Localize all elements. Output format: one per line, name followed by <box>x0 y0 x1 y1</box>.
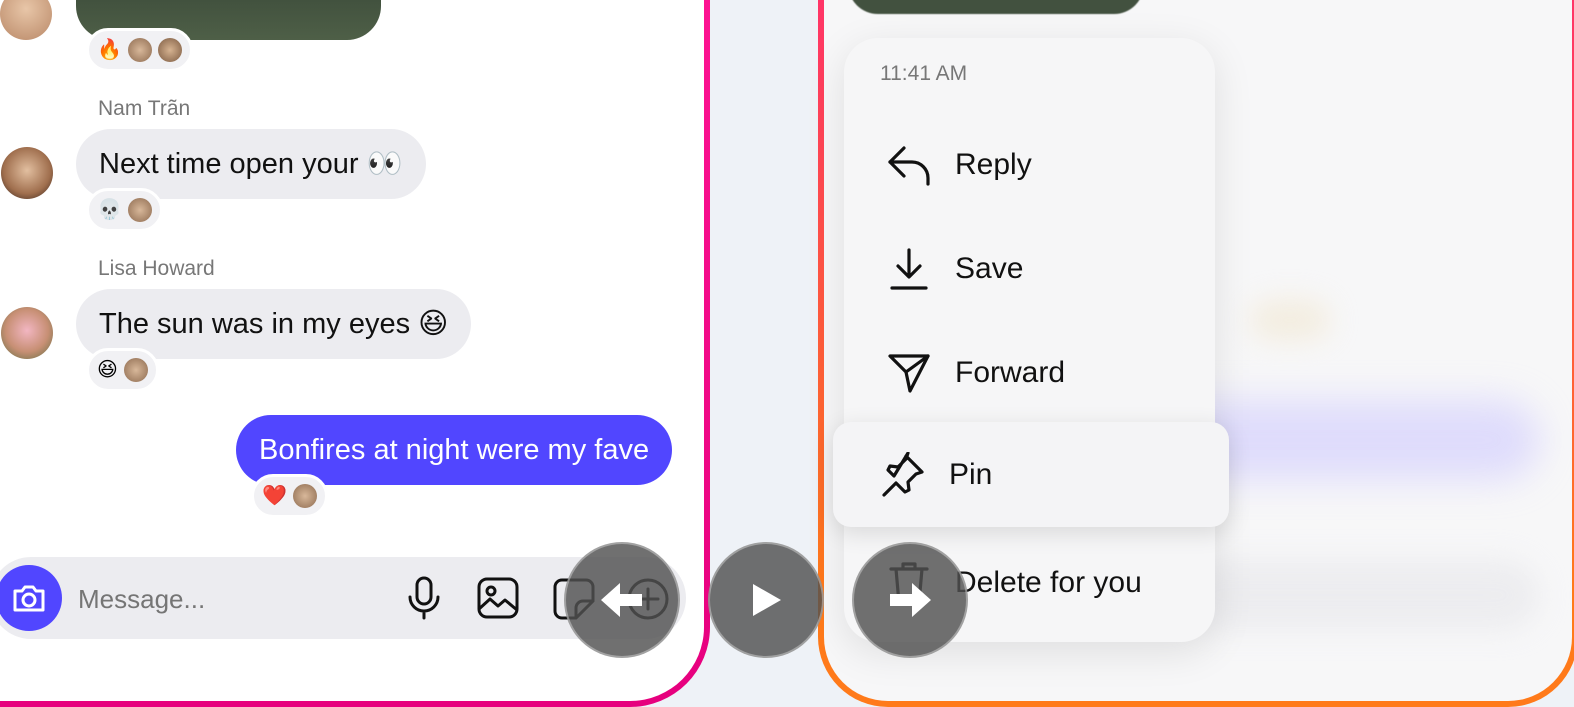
sender-name: Nam Trãn <box>98 97 191 120</box>
skull-reaction: 💀 <box>97 199 122 221</box>
play-button[interactable] <box>708 542 824 658</box>
download-icon <box>885 245 933 293</box>
reactor-avatar <box>123 358 148 382</box>
heart-reaction: ❤️ <box>262 485 287 507</box>
play-icon <box>753 584 781 616</box>
send-icon <box>885 349 933 397</box>
menu-item-label: Forward <box>955 356 1066 389</box>
reaction-bar[interactable]: 💀 <box>86 188 163 232</box>
avatar[interactable] <box>1 307 53 359</box>
microphone-icon <box>408 576 440 620</box>
blurred-composer <box>1180 560 1540 630</box>
fire-reaction: 🔥 <box>97 39 122 61</box>
menu-item-save[interactable]: Save <box>885 245 1023 293</box>
reaction-bar[interactable]: ❤️ <box>251 474 328 518</box>
pin-icon <box>879 451 927 499</box>
arrow-left-icon <box>601 583 642 617</box>
blurred-bubble <box>1250 300 1330 340</box>
camera-icon <box>13 585 45 612</box>
menu-item-label: Pin <box>949 458 993 491</box>
menu-item-label: Delete for you <box>955 566 1142 599</box>
menu-item-pin[interactable]: Pin <box>879 451 992 499</box>
menu-item-forward[interactable]: Forward <box>885 349 1065 397</box>
previous-button[interactable] <box>564 542 680 658</box>
menu-item-reply[interactable]: Reply <box>885 141 1032 189</box>
reactor-avatar <box>127 198 152 222</box>
reply-icon <box>885 141 933 189</box>
message-timestamp: 11:41 AM <box>880 62 968 85</box>
reaction-bar[interactable]: 😆 <box>86 348 159 392</box>
next-button[interactable] <box>852 542 968 658</box>
reactor-avatar <box>127 38 152 62</box>
sender-name: Lisa Howard <box>98 257 215 280</box>
avatar[interactable] <box>1 147 53 199</box>
reaction-bar[interactable]: 🔥 <box>86 28 193 72</box>
image-icon <box>477 577 519 619</box>
menu-item-label: Save <box>955 252 1024 285</box>
arrow-right-icon <box>890 583 931 617</box>
menu-item-label: Reply <box>955 148 1032 181</box>
reactor-avatar <box>292 484 317 508</box>
laughing-reaction: 😆 <box>97 359 118 381</box>
message-input[interactable] <box>76 578 380 620</box>
microphone-button[interactable] <box>404 575 444 626</box>
shared-photo <box>848 0 1144 14</box>
gallery-button[interactable] <box>476 576 520 625</box>
reactor-avatar <box>157 38 182 62</box>
